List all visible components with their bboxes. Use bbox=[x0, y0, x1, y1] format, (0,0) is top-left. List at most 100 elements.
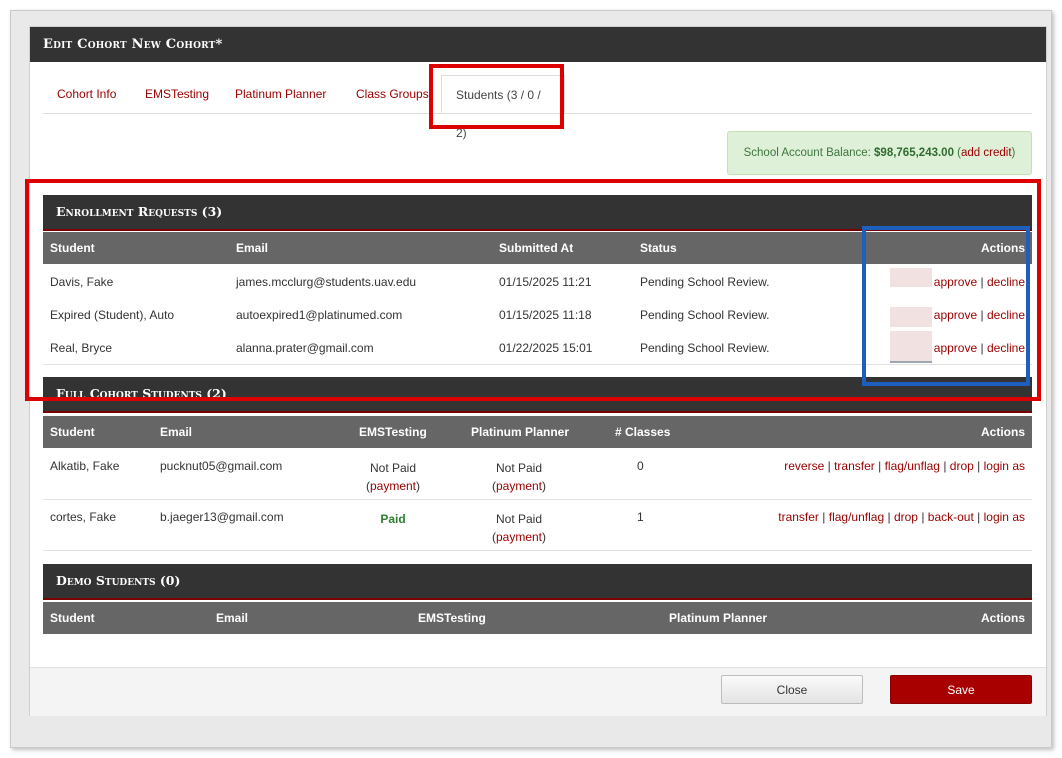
tab-emstesting[interactable]: EMSTesting bbox=[131, 75, 223, 113]
full-cohort-row: cortes, Fake b.jaeger13@gmail.com Paid N… bbox=[43, 500, 1032, 551]
submitted-at: 01/15/2025 11:21 bbox=[499, 275, 592, 289]
emstesting-status: Paid bbox=[348, 510, 438, 528]
close-button[interactable]: Close bbox=[721, 675, 863, 704]
transfer-link[interactable]: transfer bbox=[778, 510, 819, 524]
action-separator: | bbox=[943, 459, 947, 473]
col-platinum-planner: Platinum Planner bbox=[669, 611, 768, 625]
emstesting-status: Not Paid (payment) bbox=[348, 459, 438, 495]
tab-cohort-info[interactable]: Cohort Info bbox=[43, 75, 130, 113]
row-actions: approve | decline bbox=[934, 308, 1025, 322]
planner-status: Not Paid (payment) bbox=[471, 510, 567, 546]
dialog-title: Edit Cohort New Cohort* bbox=[30, 27, 1046, 62]
edit-cohort-dialog: Edit Cohort New Cohort* Cohort Info EMST… bbox=[29, 26, 1047, 716]
decline-link[interactable]: decline bbox=[987, 341, 1025, 355]
drop-link[interactable]: drop bbox=[950, 459, 974, 473]
payment-link[interactable]: payment bbox=[496, 530, 542, 544]
col-student: Student bbox=[50, 425, 95, 439]
balance-prefix: School Account Balance: bbox=[743, 147, 875, 159]
decline-link[interactable]: decline bbox=[987, 275, 1025, 289]
balance-open-paren: ( bbox=[953, 147, 962, 159]
payment-link[interactable]: payment bbox=[496, 479, 542, 493]
reverse-link[interactable]: reverse bbox=[784, 459, 824, 473]
col-status: Status bbox=[640, 241, 677, 255]
action-separator: | bbox=[921, 510, 925, 524]
payment-link[interactable]: payment bbox=[370, 479, 416, 493]
col-actions: Actions bbox=[980, 611, 1025, 625]
submitted-at: 01/15/2025 11:18 bbox=[499, 308, 592, 322]
action-separator: | bbox=[878, 459, 882, 473]
payment-status: Not Paid bbox=[495, 461, 543, 475]
student-name: Expired (Student), Auto bbox=[50, 308, 175, 322]
col-emstesting: EMSTesting bbox=[359, 425, 427, 439]
col-student: Student bbox=[50, 611, 95, 625]
student-name: Davis, Fake bbox=[50, 275, 114, 289]
full-cohort-row: Alkatib, Fake pucknut05@gmail.com Not Pa… bbox=[43, 449, 1032, 500]
action-separator: | bbox=[977, 510, 981, 524]
login-as-link[interactable]: login as bbox=[984, 510, 1025, 524]
drop-link[interactable]: drop bbox=[894, 510, 918, 524]
student-email: autoexpired1@platinumed.com bbox=[236, 308, 403, 322]
enrollment-row: Davis, Fake james.mcclurg@students.uav.e… bbox=[43, 265, 1032, 299]
student-email: james.mcclurg@students.uav.edu bbox=[236, 275, 417, 289]
demo-table-header: Student Email EMSTesting Platinum Planne… bbox=[43, 602, 1032, 634]
col-platinum-planner: Platinum Planner bbox=[471, 425, 570, 439]
payment-status: Not Paid bbox=[369, 461, 417, 475]
login-as-link[interactable]: login as bbox=[984, 459, 1025, 473]
student-email: b.jaeger13@gmail.com bbox=[160, 510, 284, 524]
paid-status: Paid bbox=[380, 512, 406, 526]
action-separator: | bbox=[980, 341, 984, 355]
col-email: Email bbox=[236, 241, 269, 255]
enrollment-requests-title: Enrollment Requests (3) bbox=[43, 195, 1032, 231]
save-button[interactable]: Save bbox=[890, 675, 1032, 704]
col-actions: Actions bbox=[980, 241, 1025, 255]
enrollment-row: Real, Bryce alanna.prater@gmail.com 01/2… bbox=[43, 331, 1032, 365]
transfer-link[interactable]: transfer bbox=[834, 459, 875, 473]
student-name: Real, Bryce bbox=[50, 341, 113, 355]
flag-unflag-link[interactable]: flag/unflag bbox=[829, 510, 884, 524]
row-actions: reverse | transfer | flag/unflag | drop … bbox=[784, 459, 1025, 473]
demo-students-title: Demo Students (0) bbox=[43, 564, 1032, 600]
submitted-at: 01/22/2025 15:01 bbox=[499, 341, 593, 355]
action-separator: | bbox=[887, 510, 891, 524]
payment-link-wrap: (payment) bbox=[365, 479, 421, 493]
col-emstesting: EMSTesting bbox=[418, 611, 486, 625]
tab-bar: Cohort Info EMSTesting Platinum Planner … bbox=[43, 75, 1032, 140]
student-email: alanna.prater@gmail.com bbox=[236, 341, 374, 355]
tab-platinum-planner[interactable]: Platinum Planner bbox=[221, 75, 340, 113]
status-text: Pending School Review. bbox=[640, 341, 770, 355]
add-credit-link[interactable]: add credit bbox=[961, 147, 1012, 159]
action-separator: | bbox=[980, 308, 984, 322]
col-submitted: Submitted At bbox=[499, 241, 574, 255]
decline-link[interactable]: decline bbox=[987, 308, 1025, 322]
row-actions: approve | decline bbox=[934, 341, 1025, 355]
payment-link-wrap: (payment) bbox=[491, 530, 547, 544]
col-student: Student bbox=[50, 241, 95, 255]
student-name: cortes, Fake bbox=[50, 510, 117, 524]
enrollment-table-header: Student Email Submitted At Status Action… bbox=[43, 232, 1032, 264]
col-actions: Actions bbox=[980, 425, 1025, 439]
enrollment-row: Expired (Student), Auto autoexpired1@pla… bbox=[43, 298, 1032, 332]
student-name: Alkatib, Fake bbox=[50, 459, 120, 473]
action-separator: | bbox=[827, 459, 831, 473]
account-balance-alert: School Account Balance: $98,765,243.00 (… bbox=[727, 131, 1032, 175]
action-separator: | bbox=[980, 275, 984, 289]
student-email: pucknut05@gmail.com bbox=[160, 459, 283, 473]
planner-status: Not Paid (payment) bbox=[471, 459, 567, 495]
balance-close-paren: ) bbox=[1011, 147, 1016, 159]
tab-students[interactable]: Students (3 / 0 / 2) bbox=[441, 75, 565, 140]
payment-link-wrap: (payment) bbox=[491, 479, 547, 493]
col-email: Email bbox=[160, 425, 193, 439]
approve-link[interactable]: approve bbox=[934, 308, 977, 322]
full-cohort-title: Full Cohort Students (2) bbox=[43, 377, 1032, 413]
class-count: 0 bbox=[637, 459, 644, 473]
action-separator: | bbox=[822, 510, 826, 524]
back-out-link[interactable]: back-out bbox=[928, 510, 974, 524]
tab-class-groups[interactable]: Class Groups bbox=[342, 75, 443, 113]
payment-status: Not Paid bbox=[495, 512, 543, 526]
row-actions: transfer | flag/unflag | drop | back-out… bbox=[778, 510, 1025, 524]
approve-link[interactable]: approve bbox=[934, 341, 977, 355]
full-cohort-table-header: Student Email EMSTesting Platinum Planne… bbox=[43, 416, 1032, 448]
redacted-area bbox=[890, 307, 932, 327]
approve-link[interactable]: approve bbox=[934, 275, 977, 289]
flag-unflag-link[interactable]: flag/unflag bbox=[885, 459, 940, 473]
